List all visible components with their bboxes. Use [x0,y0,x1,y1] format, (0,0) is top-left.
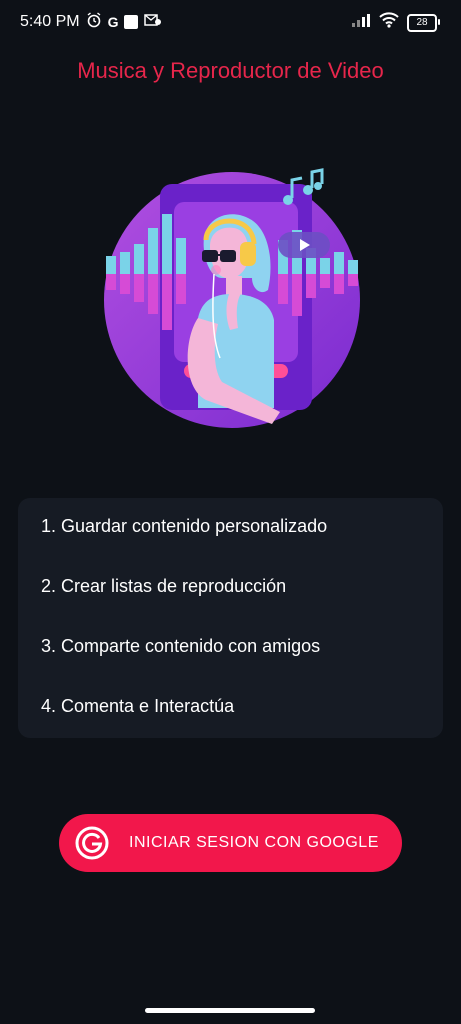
feature-item-2: 2. Crear listas de reproducción [41,576,287,596]
signal-icon [351,13,371,32]
music-illustration [104,168,360,428]
app-screen: 5:40 PM G 28 Musica y Reproductor de Vid… [0,0,461,1024]
feature-item-1: 1. Guardar contenido personalizado [41,516,328,536]
feature-item-3: 3. Comparte contenido con amigos [41,636,321,656]
status-time: 5:40 PM [20,13,80,30]
google-sign-in-button[interactable]: INICIAR SESION CON GOOGLE [59,814,402,872]
google-icon [75,826,109,860]
google-sign-in-label: INICIAR SESION CON GOOGLE [129,834,379,851]
battery-icon: 28 [407,13,440,32]
alarm-icon [86,12,102,32]
mail-icon [144,13,162,31]
app-title: Musica y Reproductor de Video [77,58,384,83]
google-g-icon: G [107,14,119,30]
status-bar: 5:40 PM G 28 [0,0,461,44]
status-right: 28 [351,12,440,33]
notification-square-icon [124,15,139,29]
wifi-icon [379,12,399,33]
features-card: 1. Guardar contenido personalizado 2. Cr… [18,498,443,738]
feature-item-4: 4. Comenta e Interactúa [41,696,235,716]
home-indicator[interactable] [145,1008,315,1013]
status-left: 5:40 PM G [20,12,162,32]
